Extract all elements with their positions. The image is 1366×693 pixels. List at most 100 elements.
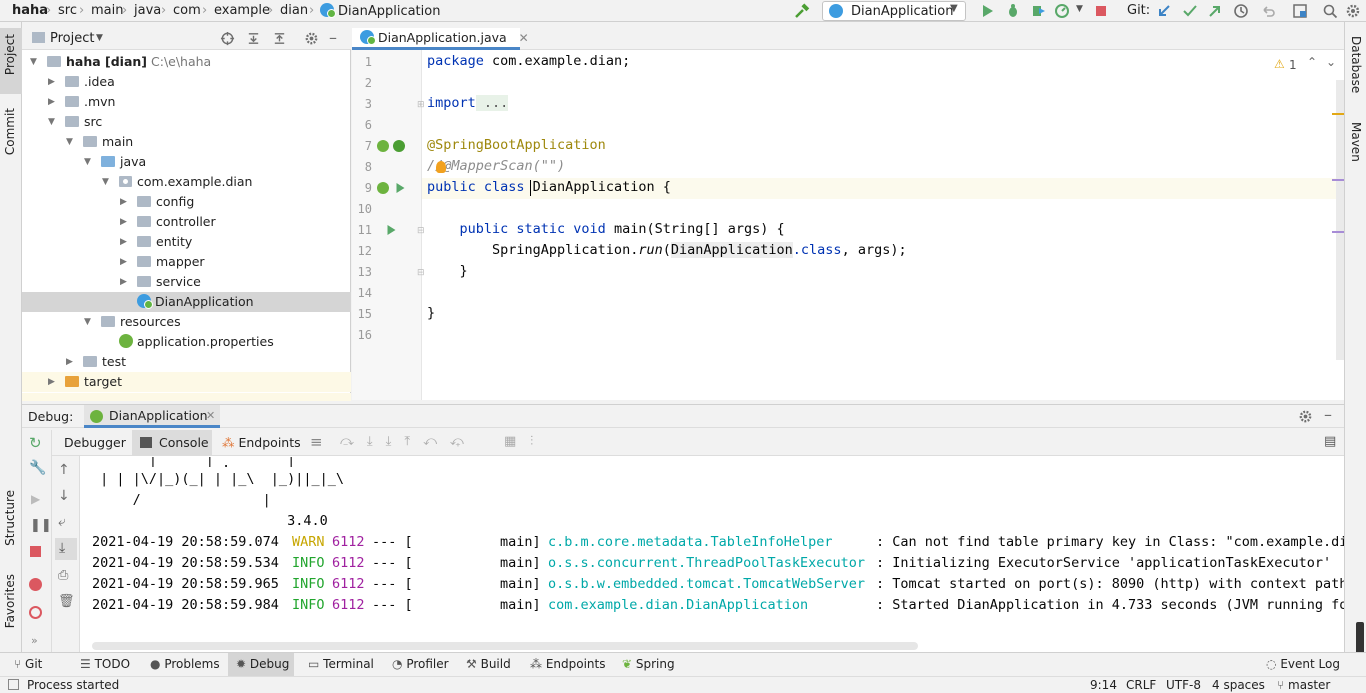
- spring-config-icon[interactable]: [393, 140, 405, 152]
- breadcrumb-class[interactable]: DianApplication: [320, 3, 440, 19]
- run-gutter-icon[interactable]: [395, 182, 406, 194]
- debug-icon[interactable]: [1005, 3, 1021, 19]
- indent-setting[interactable]: 4 spaces: [1212, 677, 1265, 693]
- tree-item[interactable]: ▼ com.example.dian: [22, 172, 351, 192]
- chevron-right-icon[interactable]: ▶: [48, 92, 55, 112]
- fold-icon[interactable]: ⊟: [417, 226, 425, 236]
- tab-database[interactable]: Database: [1349, 36, 1363, 93]
- debug-step-toolbar[interactable]: ⤼⤓⤓⤒⤺⤽: [340, 434, 477, 449]
- chevron-right-icon[interactable]: ▶: [66, 352, 73, 372]
- chevron-down-icon[interactable]: ▼: [84, 312, 91, 332]
- debug-session-tab[interactable]: DianApplication ✕: [84, 405, 220, 428]
- tree-item[interactable]: ▶ entity: [22, 232, 351, 252]
- stop-icon[interactable]: [1093, 3, 1109, 19]
- layout-icon[interactable]: ▤: [1324, 434, 1336, 449]
- settings-icon[interactable]: [304, 31, 319, 46]
- editor-scrollbar[interactable]: [1336, 80, 1344, 360]
- breadcrumb-project[interactable]: haha: [12, 3, 48, 18]
- wrench-icon[interactable]: 🔧: [29, 460, 46, 476]
- git-branch[interactable]: ⑂ master: [1277, 677, 1330, 693]
- tool-event-log[interactable]: ◌ Event Log: [1266, 657, 1340, 671]
- breadcrumb-src[interactable]: src: [58, 3, 77, 18]
- marker[interactable]: [1332, 179, 1344, 181]
- tree-item[interactable]: ▶ mapper: [22, 252, 351, 272]
- tree-item[interactable]: ▶ target: [22, 372, 351, 392]
- spring-bean-icon[interactable]: [377, 182, 389, 194]
- tree-item[interactable]: ▶ config: [22, 192, 351, 212]
- coverage-icon[interactable]: [1030, 3, 1046, 19]
- chevron-up-icon[interactable]: ⌃: [1307, 55, 1317, 69]
- bulb-icon[interactable]: [436, 161, 446, 173]
- spring-bean-icon[interactable]: [377, 140, 389, 152]
- arrow-down-icon[interactable]: ↓: [58, 488, 70, 504]
- breadcrumb-dian[interactable]: dian: [280, 3, 308, 18]
- locate-icon[interactable]: [220, 31, 235, 46]
- chevron-right-icon[interactable]: ▶: [48, 72, 55, 92]
- run-icon[interactable]: [979, 3, 995, 19]
- tree-item[interactable]: ▼ java: [22, 152, 351, 172]
- editor-tab[interactable]: DianApplication.java ✕: [352, 28, 529, 50]
- git-push-icon[interactable]: [1207, 3, 1223, 19]
- tab-favorites[interactable]: Favorites: [3, 574, 17, 628]
- stop-icon[interactable]: [30, 546, 41, 557]
- tab-commit[interactable]: Commit: [3, 108, 17, 155]
- tree-item[interactable]: ▼ resources: [22, 312, 351, 332]
- breadcrumb-main[interactable]: main: [91, 3, 123, 18]
- fold-icon[interactable]: ⊟: [417, 268, 425, 278]
- tool-problems[interactable]: ● Problems: [150, 657, 220, 671]
- chevron-right-icon[interactable]: ▶: [120, 212, 127, 232]
- tool-build[interactable]: ⚒ Build: [466, 657, 511, 671]
- project-structure-icon[interactable]: [1292, 3, 1308, 19]
- chevron-down-icon[interactable]: ▼: [96, 33, 103, 43]
- search-icon[interactable]: [1322, 3, 1338, 19]
- tab-debugger[interactable]: Debugger: [64, 435, 126, 450]
- warning-marker[interactable]: [1332, 113, 1344, 115]
- chevron-right-icon[interactable]: ▶: [120, 252, 127, 272]
- tab-project[interactable]: Project: [3, 34, 17, 75]
- hide-panel-icon[interactable]: –: [1324, 405, 1332, 424]
- resume-icon[interactable]: ▶: [31, 492, 40, 506]
- fold-icon[interactable]: ⊞: [417, 100, 425, 110]
- git-update-icon[interactable]: [1156, 3, 1172, 19]
- caret-position[interactable]: 9:14: [1090, 677, 1117, 693]
- run-gutter-icon[interactable]: [386, 224, 397, 236]
- breakpoints-icon[interactable]: [29, 578, 42, 591]
- tab-maven[interactable]: Maven: [1349, 122, 1363, 162]
- collapse-all-icon[interactable]: [272, 31, 287, 46]
- print-icon[interactable]: ⎙: [58, 568, 68, 583]
- tree-root[interactable]: ▼ haha [dian] C:\e\haha: [22, 52, 351, 72]
- chevron-down-icon[interactable]: ⌄: [1326, 55, 1336, 69]
- run-config-selector[interactable]: DianApplication ▼: [822, 1, 966, 21]
- hide-panel-icon[interactable]: –: [329, 28, 337, 47]
- project-view-label[interactable]: Project: [50, 31, 94, 46]
- tree-item[interactable]: ▼ main: [22, 132, 351, 152]
- tool-todo[interactable]: ☰ TODO: [80, 657, 130, 671]
- chevron-right-icon[interactable]: ▶: [120, 272, 127, 292]
- marker[interactable]: [1332, 231, 1344, 233]
- warning-count[interactable]: 1: [1289, 58, 1297, 72]
- tab-endpoints[interactable]: ⁂ Endpoints: [222, 435, 301, 450]
- tree-item[interactable]: application.properties: [22, 332, 351, 352]
- settings-icon[interactable]: [1345, 3, 1361, 19]
- chevron-down-icon[interactable]: ▼: [84, 152, 91, 172]
- chevron-down-icon[interactable]: ▼: [48, 112, 55, 132]
- menu-icon[interactable]: ≡: [310, 433, 323, 451]
- chevron-down-icon[interactable]: ▼: [102, 172, 109, 192]
- tool-git[interactable]: ⑂ Git: [14, 657, 42, 671]
- tree-item[interactable]: ▶ .mvn: [22, 92, 351, 112]
- tree-item[interactable]: ▶ controller: [22, 212, 351, 232]
- chevron-right-icon[interactable]: ▶: [48, 372, 55, 392]
- expand-all-icon[interactable]: [246, 31, 261, 46]
- breadcrumb-java[interactable]: java: [134, 3, 161, 18]
- settings-icon[interactable]: [1298, 409, 1313, 424]
- breadcrumb-com[interactable]: com: [173, 3, 201, 18]
- tool-profiler[interactable]: ◔ Profiler: [392, 657, 449, 671]
- profiler-icon[interactable]: [1054, 3, 1070, 19]
- git-commit-icon[interactable]: [1182, 3, 1198, 19]
- tree-item[interactable]: ▶ test: [22, 352, 351, 372]
- mute-breakpoints-icon[interactable]: [29, 606, 42, 619]
- chevron-down-icon[interactable]: ▼: [66, 132, 73, 152]
- trace-icon[interactable]: ⫶: [530, 434, 533, 449]
- table-icon[interactable]: ▦: [504, 434, 516, 449]
- close-icon[interactable]: ✕: [206, 409, 215, 422]
